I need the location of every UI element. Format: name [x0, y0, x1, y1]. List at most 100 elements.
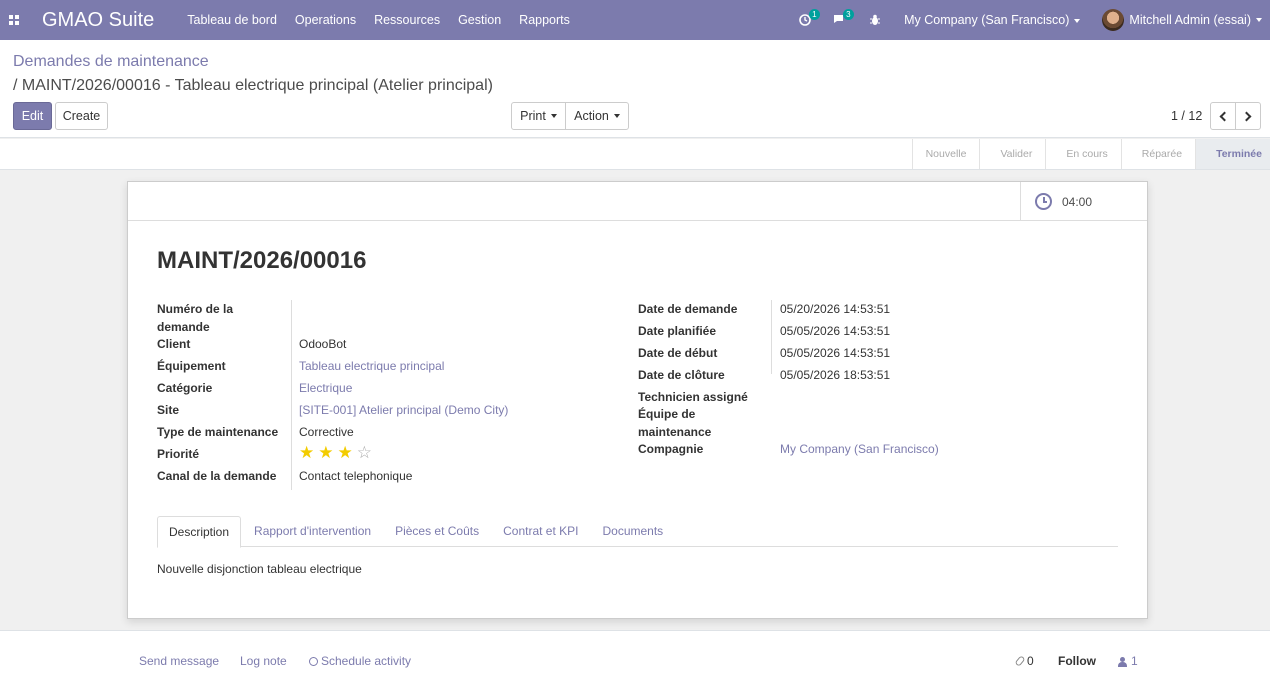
send-message-button[interactable]: Send message	[139, 654, 219, 668]
value-type-maintenance: Corrective	[299, 425, 354, 439]
value-date-cloture: 05/05/2026 18:53:51	[780, 368, 891, 382]
tab-description[interactable]: Description	[157, 516, 242, 548]
label-type-maintenance: Type de maintenance	[157, 425, 279, 439]
star-icon[interactable]: ★	[338, 444, 353, 462]
menu-gestion[interactable]: Gestion	[449, 0, 510, 40]
label-date-demande: Date de demande	[638, 302, 738, 316]
description-content: Nouvelle disjonction tableau electrique	[157, 562, 362, 576]
form-sheet: 04:00 MAINT/2026/00016 Numéro de la dema…	[127, 181, 1148, 619]
star-empty-icon[interactable]: ☆	[357, 444, 372, 462]
tab-rapport-intervention[interactable]: Rapport d'intervention	[243, 516, 382, 547]
label-date-cloture: Date de clôture	[638, 368, 725, 382]
breadcrumb-current: / MAINT/2026/00016 - Tableau electrique …	[13, 77, 493, 94]
user-avatar	[1102, 9, 1125, 31]
menu-operations[interactable]: Operations	[286, 0, 365, 40]
activity-count-badge: 1	[809, 9, 820, 20]
value-categorie-link[interactable]: Electrique	[299, 379, 352, 397]
print-dropdown[interactable]: Print	[511, 102, 566, 130]
tab-documents[interactable]: Documents	[591, 516, 674, 547]
follow-button[interactable]: Follow	[1058, 654, 1096, 668]
menu-ressources[interactable]: Ressources	[365, 0, 449, 40]
caret-down-icon	[1256, 18, 1262, 22]
caret-down-icon	[550, 114, 557, 118]
schedule-activity-label: Schedule activity	[321, 654, 412, 668]
activity-button[interactable]: 1	[799, 9, 820, 26]
control-panel: Demandes de maintenance / MAINT/2026/000…	[0, 40, 1270, 138]
chatter-topbar: Send message Log note Schedule activity …	[0, 630, 1270, 676]
label-client: Client	[157, 337, 191, 351]
messages-button[interactable]: 3	[833, 9, 854, 26]
stage-en-cours[interactable]: En cours	[1045, 139, 1120, 169]
stage-reparee[interactable]: Réparée	[1120, 139, 1195, 169]
create-button[interactable]: Create	[55, 102, 108, 130]
label-date-debut: Date de début	[638, 346, 718, 360]
duration-value: 04:00	[1062, 194, 1093, 209]
value-date-demande: 05/20/2026 14:53:51	[780, 302, 891, 316]
company-switcher[interactable]: My Company (San Francisco)	[904, 13, 1081, 27]
navbar-systray: 1 3 My Company (San Francisco) Mitchell …	[788, 0, 1270, 40]
label-site: Site	[157, 403, 180, 417]
stage-nouvelle[interactable]: Nouvelle	[911, 139, 980, 169]
priority-stars: ★ ★ ★ ☆	[299, 444, 372, 462]
label-equipe-maintenance: Équipe de maintenance	[638, 407, 712, 439]
value-date-planifiee: 05/05/2026 14:53:51	[780, 324, 891, 338]
chevron-left-icon	[1219, 111, 1230, 121]
top-navbar: GMAO Suite Tableau de bord Operations Re…	[0, 0, 1270, 40]
tab-contrat-kpi[interactable]: Contrat et KPI	[492, 516, 589, 547]
edit-button[interactable]: Edit	[13, 102, 52, 130]
main-menu: Tableau de bord Operations Ressources Ge…	[178, 0, 579, 40]
label-equipement: Équipement	[157, 359, 226, 373]
label-technicien-assigne: Technicien assigné	[638, 390, 748, 404]
record-title: MAINT/2026/00016	[157, 247, 367, 274]
clock-icon	[309, 657, 318, 666]
user-icon	[1118, 657, 1127, 667]
paperclip-icon	[1014, 655, 1026, 667]
pager-previous-button[interactable]	[1210, 102, 1236, 130]
notebook-tabs: Description Rapport d'intervention Pièce…	[157, 516, 1118, 548]
value-equipement-link[interactable]: Tableau electrique principal	[299, 357, 444, 375]
menu-tableau-de-bord[interactable]: Tableau de bord	[178, 0, 286, 40]
attachments-button[interactable]: 0	[1014, 654, 1034, 668]
apps-menu-icon[interactable]	[0, 0, 28, 40]
bug-icon	[870, 14, 881, 25]
breadcrumb-parent[interactable]: Demandes de maintenance	[13, 53, 209, 71]
label-date-planifiee: Date planifiée	[638, 324, 717, 338]
user-menu[interactable]: Mitchell Admin (essai)	[1102, 9, 1262, 31]
followers-button[interactable]: 1	[1118, 654, 1138, 668]
value-client: OdooBot	[299, 337, 347, 351]
group-divider	[291, 300, 292, 490]
value-compagnie-link[interactable]: My Company (San Francisco)	[780, 440, 939, 458]
messages-count-badge: 3	[843, 9, 854, 20]
pager-value[interactable]: 1 / 12	[1171, 109, 1202, 123]
tab-pieces-couts[interactable]: Pièces et Coûts	[384, 516, 490, 547]
menu-rapports[interactable]: Rapports	[510, 0, 579, 40]
group-divider	[771, 300, 772, 374]
label-numero-demande: Numéro de la demande	[157, 302, 234, 334]
app-brand[interactable]: GMAO Suite	[42, 9, 154, 32]
action-label: Action	[574, 109, 609, 123]
user-name: Mitchell Admin (essai)	[1129, 13, 1251, 27]
action-dropdown[interactable]: Action	[565, 102, 629, 130]
log-note-button[interactable]: Log note	[240, 654, 287, 668]
debug-button[interactable]	[869, 14, 881, 26]
smart-button-box: 04:00	[128, 182, 1147, 221]
attachments-count: 0	[1027, 654, 1034, 668]
status-bar: Nouvelle Valider En cours Réparée Termin…	[0, 139, 1270, 170]
star-icon[interactable]: ★	[318, 444, 333, 462]
clock-icon	[1035, 193, 1052, 210]
stage-pipeline: Nouvelle Valider En cours Réparée Termin…	[911, 139, 1270, 169]
pager-next-button[interactable]	[1235, 102, 1261, 130]
schedule-activity-button[interactable]: Schedule activity	[309, 654, 411, 668]
label-categorie: Catégorie	[157, 381, 213, 395]
duration-stat-button[interactable]: 04:00	[1020, 182, 1147, 221]
caret-down-icon	[1074, 18, 1081, 23]
label-compagnie: Compagnie	[638, 442, 704, 456]
company-name: My Company (San Francisco)	[904, 13, 1070, 27]
print-label: Print	[520, 109, 546, 123]
star-icon[interactable]: ★	[299, 444, 314, 462]
stage-terminee[interactable]: Terminée	[1195, 139, 1270, 169]
value-site-link[interactable]: [SITE-001] Atelier principal (Demo City)	[299, 401, 508, 419]
value-date-debut: 05/05/2026 14:53:51	[780, 346, 891, 360]
stage-valider[interactable]: Valider	[979, 139, 1045, 169]
value-canal-demande: Contact telephonique	[299, 469, 413, 483]
